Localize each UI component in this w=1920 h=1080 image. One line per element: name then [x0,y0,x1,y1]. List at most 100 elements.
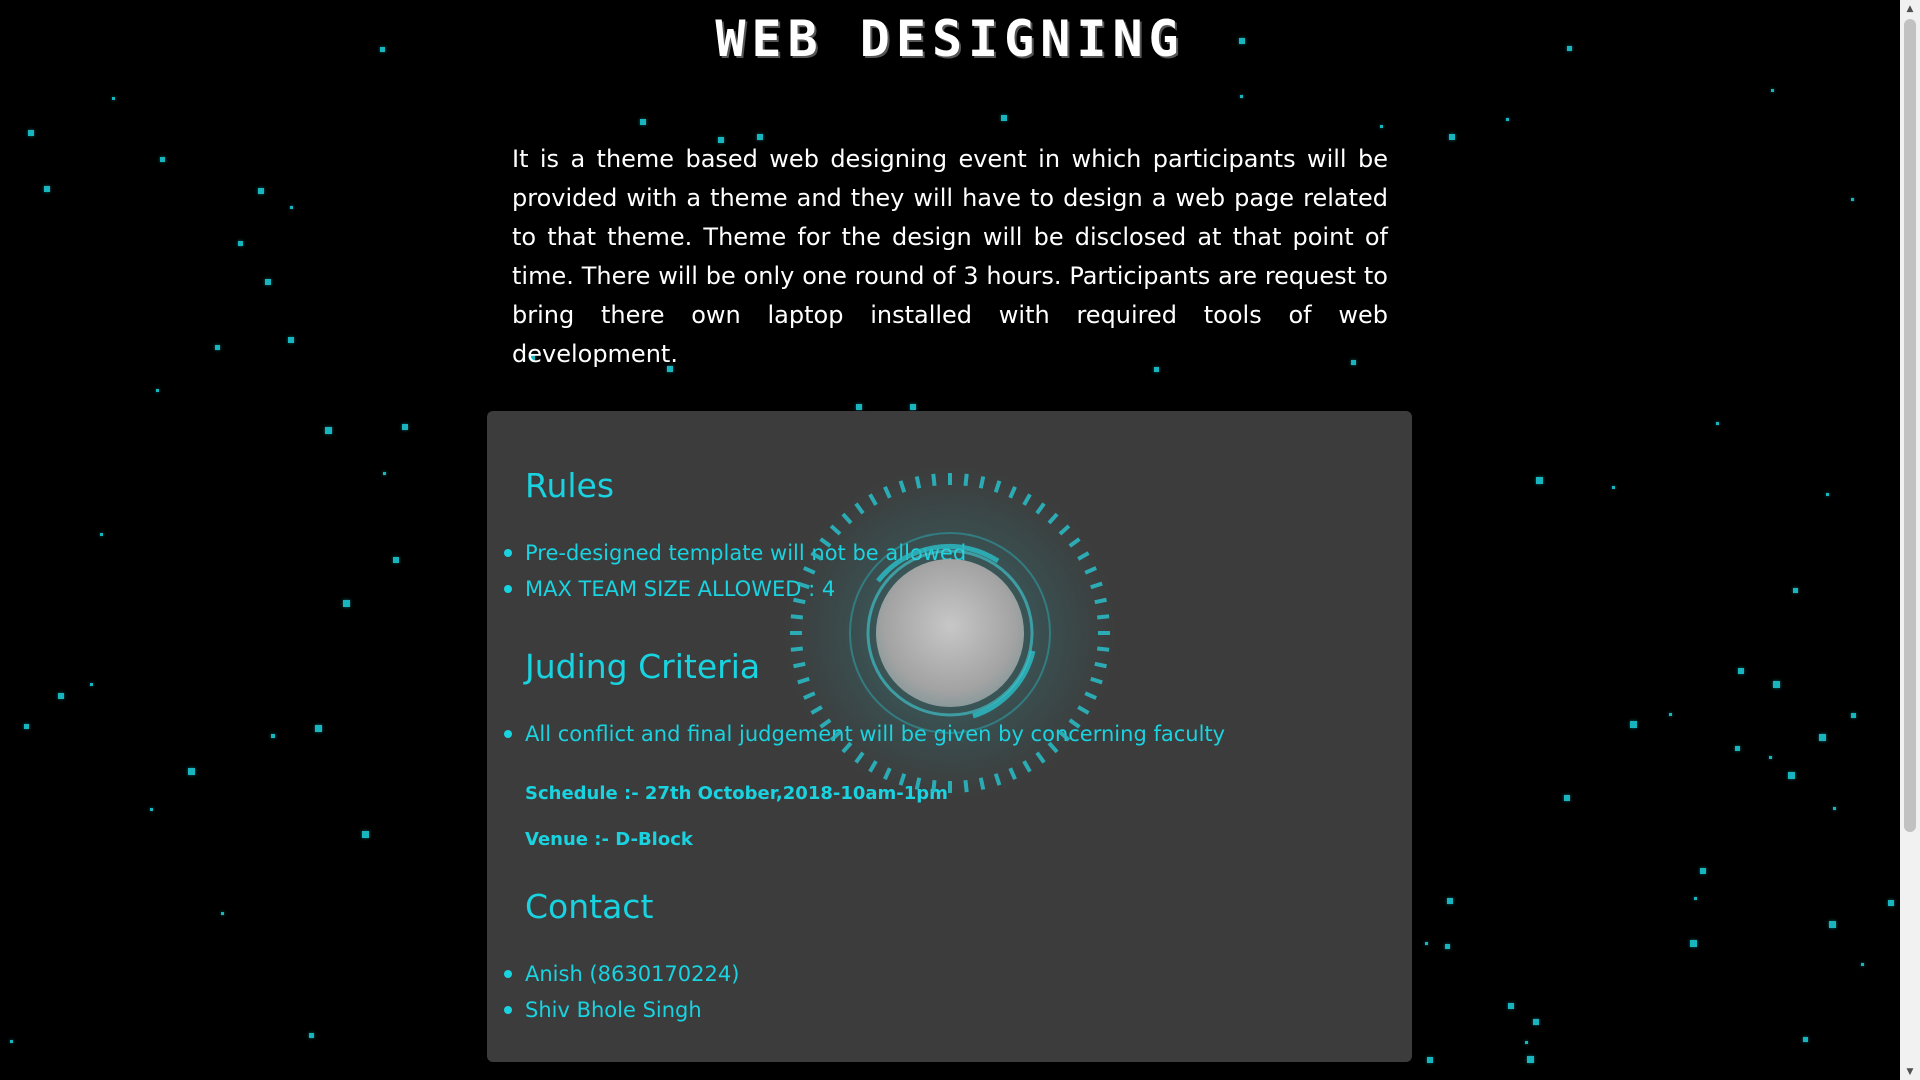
list-item: All conflict and final judgement will be… [487,716,1225,752]
star-dot [112,97,115,100]
contact-text: Shiv Bhole Singh [525,998,702,1022]
judging-list: All conflict and final judgement will be… [487,716,1225,752]
star-dot [1829,921,1836,928]
contact-text: Anish (8630170224) [525,962,740,986]
scrollbar-thumb[interactable] [1904,19,1916,832]
star-dot [1793,588,1798,593]
star-dot [1716,422,1719,425]
star-dot [1425,942,1428,945]
star-dot [393,557,399,563]
star-dot [28,130,34,136]
rule-text: MAX TEAM SIZE ALLOWED : 4 [525,577,836,601]
star-dot [402,424,408,430]
star-dot [309,1033,314,1038]
star-dot [343,600,350,607]
star-dot [1380,125,1383,128]
star-dot [910,404,916,410]
star-dot [1527,1056,1534,1063]
star-dot [1508,1003,1514,1009]
star-dot [362,831,369,838]
star-dot [150,808,153,811]
rules-list: Pre-designed template will not be allowe… [487,535,966,607]
star-dot [315,725,322,732]
schedule-text: Schedule :- 27th October,2018-10am-1pm [525,783,948,804]
star-dot [10,1040,13,1043]
rule-text: Pre-designed template will not be allowe… [525,541,967,565]
star-dot [1851,198,1854,201]
star-dot [271,734,275,738]
star-dot [1819,734,1826,741]
star-dot [1445,944,1450,949]
venue-text: Venue :- D-Block [525,829,693,850]
star-dot [156,389,159,392]
star-dot [1861,963,1864,966]
star-dot [58,693,64,699]
star-dot [24,724,29,729]
star-dot [100,533,103,536]
star-dot [238,241,243,246]
star-dot [1669,713,1672,716]
star-dot [856,404,862,410]
star-dot [1447,898,1453,904]
star-dot [290,206,293,209]
star-dot [325,427,332,434]
bullet-icon [504,970,512,978]
star-dot [1888,900,1894,906]
star-dot [1769,756,1772,759]
star-dot [1525,1041,1528,1044]
bullet-icon [504,730,512,738]
star-dot [258,188,264,194]
star-dot [1449,134,1455,140]
star-dot [1690,940,1697,947]
star-dot [1630,721,1637,728]
star-dot [1826,493,1829,496]
star-dot [1506,118,1509,121]
star-dot [288,337,294,343]
bullet-icon [504,585,512,593]
contact-list: Anish (8630170224) Shiv Bhole Singh [487,956,739,1028]
star-dot [1533,1019,1539,1025]
star-dot [1240,95,1243,98]
star-dot [1788,772,1795,779]
star-dot [1735,746,1740,751]
star-dot [1536,477,1543,484]
star-dot [1833,807,1836,810]
contact-heading: Contact [525,887,654,926]
list-item: MAX TEAM SIZE ALLOWED : 4 [487,571,966,607]
star-dot [383,472,386,475]
list-item: Anish (8630170224) [487,956,739,992]
star-dot [160,157,165,162]
star-dot [1564,795,1570,801]
vertical-scrollbar[interactable]: ▲ ▼ [1900,0,1920,1080]
page: WEB DESIGNING It is a theme based web de… [0,0,1920,1080]
list-item: Shiv Bhole Singh [487,992,739,1028]
star-dot [1738,668,1744,674]
judging-heading: Juding Criteria [525,647,761,686]
star-dot [640,119,646,125]
star-dot [1427,1057,1433,1063]
star-dot [215,345,220,350]
event-details-card: Rules Pre-designed template will not be … [487,411,1412,1062]
bullet-icon [504,549,512,557]
star-dot [188,768,195,775]
star-dot [221,912,224,915]
star-dot [90,683,93,686]
star-dot [1771,89,1774,92]
star-dot [44,186,50,192]
star-dot [265,279,271,285]
scroll-up-arrow-icon[interactable]: ▲ [1900,0,1920,17]
star-dot [1851,713,1856,718]
scroll-down-arrow-icon[interactable]: ▼ [1900,1063,1920,1080]
star-dot [1694,897,1697,900]
star-dot [1803,1037,1808,1042]
star-dot [1700,868,1706,874]
page-title: WEB DESIGNING [715,10,1185,68]
star-dot [1773,681,1780,688]
bullet-icon [504,1006,512,1014]
list-item: Pre-designed template will not be allowe… [487,535,966,571]
rules-heading: Rules [525,466,615,505]
judging-text: All conflict and final judgement will be… [525,722,1226,746]
event-description: It is a theme based web designing event … [512,145,1388,368]
star-dot [1612,486,1615,489]
star-dot [1001,115,1007,121]
